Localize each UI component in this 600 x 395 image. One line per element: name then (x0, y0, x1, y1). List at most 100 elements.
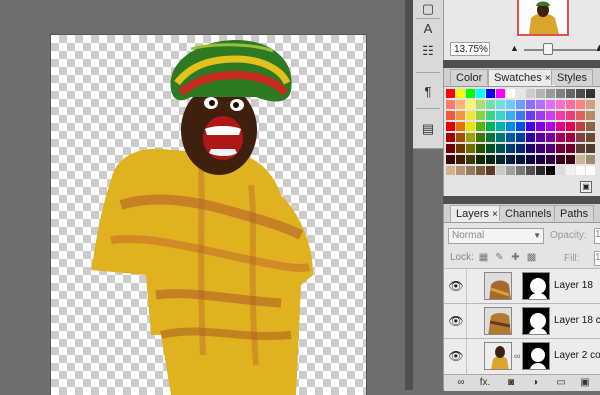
color-swatch[interactable] (506, 133, 516, 143)
color-swatch[interactable] (576, 155, 586, 165)
color-swatch[interactable] (496, 89, 506, 99)
color-swatch[interactable] (546, 133, 556, 143)
color-swatch[interactable] (516, 111, 526, 121)
color-swatch[interactable] (446, 166, 456, 176)
color-swatch[interactable] (486, 133, 496, 143)
color-swatch[interactable] (526, 155, 536, 165)
color-swatch[interactable] (456, 111, 466, 121)
color-swatch[interactable] (546, 100, 556, 110)
color-swatch[interactable] (466, 111, 476, 121)
tab-channels[interactable]: Channels (499, 205, 558, 221)
color-swatch[interactable] (456, 89, 466, 99)
color-swatch[interactable] (476, 100, 486, 110)
color-swatch[interactable] (536, 133, 546, 143)
color-swatch[interactable] (476, 122, 486, 132)
color-swatch[interactable] (516, 155, 526, 165)
color-swatch[interactable] (446, 122, 456, 132)
adjustment-layer-icon[interactable]: ◑ (528, 376, 542, 390)
color-swatch[interactable] (586, 133, 596, 143)
color-swatch[interactable] (486, 155, 496, 165)
lock-all-icon[interactable]: ▩ (526, 252, 537, 263)
color-swatch[interactable] (546, 111, 556, 121)
clone-source-icon[interactable]: ☷ (418, 42, 438, 60)
color-swatch[interactable] (476, 155, 486, 165)
color-swatch[interactable] (566, 89, 576, 99)
document-canvas[interactable] (51, 35, 366, 395)
color-swatch[interactable] (506, 111, 516, 121)
color-swatch[interactable] (576, 100, 586, 110)
color-swatch[interactable] (526, 166, 536, 176)
zoom-out-icon[interactable]: ▲ (510, 43, 519, 53)
color-swatch[interactable] (516, 166, 526, 176)
color-swatch[interactable] (476, 133, 486, 143)
color-swatch[interactable] (456, 155, 466, 165)
color-swatch[interactable] (586, 89, 596, 99)
navigator-thumbnail[interactable] (517, 0, 569, 36)
close-icon[interactable]: × (492, 209, 498, 220)
blend-mode-select[interactable]: Normal ▼ (448, 228, 544, 244)
color-swatch[interactable] (516, 89, 526, 99)
layer-comps-icon[interactable]: ▤ (418, 120, 438, 138)
color-swatch[interactable] (576, 111, 586, 121)
color-swatch[interactable] (556, 89, 566, 99)
layer-row[interactable]: 👁 Layer 18 (444, 268, 600, 304)
fill-field[interactable]: 1 (594, 251, 600, 266)
paragraph-icon[interactable]: ¶ (418, 82, 438, 100)
color-swatch[interactable] (566, 100, 576, 110)
color-swatch[interactable] (496, 111, 506, 121)
opacity-field[interactable]: 1 (594, 228, 600, 244)
layer-mask-thumbnail[interactable] (522, 307, 550, 335)
new-layer-icon[interactable]: ▣ (578, 376, 592, 390)
color-swatch[interactable] (446, 133, 456, 143)
color-swatch[interactable] (456, 166, 466, 176)
history-icon[interactable]: ▢ (418, 0, 438, 18)
color-swatch[interactable] (496, 166, 506, 176)
color-swatch[interactable] (506, 100, 516, 110)
layer-name[interactable]: Layer 18 (554, 280, 593, 291)
new-group-folder-icon[interactable]: ▭ (554, 376, 568, 390)
color-swatch[interactable] (496, 100, 506, 110)
color-swatch[interactable] (486, 122, 496, 132)
color-swatch[interactable] (476, 166, 486, 176)
color-swatch[interactable] (536, 166, 546, 176)
color-swatch[interactable] (526, 111, 536, 121)
color-swatch[interactable] (536, 155, 546, 165)
tab-paths[interactable]: Paths (554, 205, 595, 221)
lock-position-icon[interactable]: ✚ (510, 252, 521, 263)
color-swatch[interactable] (536, 111, 546, 121)
color-swatch[interactable] (556, 144, 566, 154)
color-swatch[interactable] (446, 144, 456, 154)
tab-swatches[interactable]: Swatches × (488, 69, 557, 86)
color-swatch[interactable] (486, 166, 496, 176)
new-swatch-icon[interactable]: ▣ (580, 181, 592, 193)
color-swatch[interactable] (486, 89, 496, 99)
color-swatch[interactable] (446, 155, 456, 165)
eye-icon[interactable]: 👁 (448, 278, 464, 294)
zoom-slider-handle[interactable] (542, 43, 553, 55)
color-swatch[interactable] (466, 144, 476, 154)
color-swatch[interactable] (556, 100, 566, 110)
color-swatch[interactable] (466, 122, 476, 132)
layer-thumbnail[interactable] (484, 342, 512, 370)
color-swatch[interactable] (496, 122, 506, 132)
color-swatch[interactable] (586, 144, 596, 154)
eye-icon[interactable]: 👁 (448, 348, 464, 364)
color-swatch[interactable] (466, 133, 476, 143)
color-swatch[interactable] (456, 144, 466, 154)
color-swatch[interactable] (546, 89, 556, 99)
eye-icon[interactable]: 👁 (448, 313, 464, 329)
add-mask-icon[interactable]: ◙ (504, 376, 518, 390)
color-swatch[interactable] (496, 144, 506, 154)
color-swatch[interactable] (526, 133, 536, 143)
character-icon[interactable]: A (418, 19, 438, 37)
color-swatch[interactable] (476, 144, 486, 154)
color-swatch[interactable] (446, 111, 456, 121)
color-swatch[interactable] (546, 155, 556, 165)
color-swatch[interactable] (556, 166, 566, 176)
color-swatch[interactable] (536, 89, 546, 99)
color-swatch[interactable] (566, 144, 576, 154)
color-swatch[interactable] (536, 100, 546, 110)
close-icon[interactable]: × (545, 73, 551, 84)
tab-styles[interactable]: Styles (551, 69, 593, 85)
color-swatch[interactable] (556, 111, 566, 121)
